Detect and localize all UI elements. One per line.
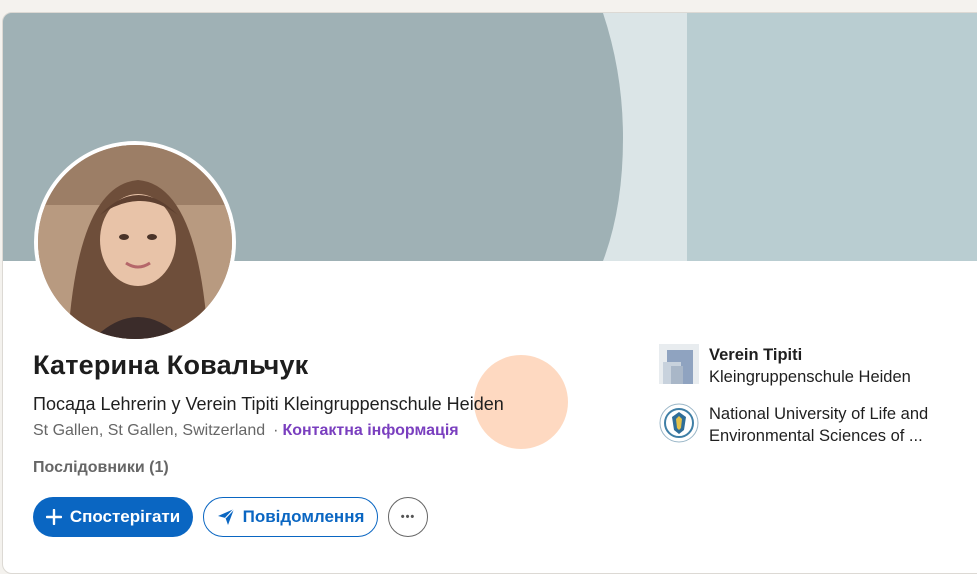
profile-avatar[interactable] bbox=[34, 141, 236, 343]
location-row: St Gallen, St Gallen, Switzerland · Контак… bbox=[33, 422, 459, 440]
ellipsis-icon: ••• bbox=[400, 511, 416, 523]
message-button[interactable]: Повідомлення bbox=[203, 497, 378, 537]
company-name-line2: Kleingruppenschule Heiden bbox=[709, 368, 911, 386]
contact-info-link[interactable]: Контактна інформація bbox=[282, 422, 458, 439]
school-name-line2: Environmental Sciences of ... bbox=[709, 427, 923, 445]
company-logo-icon bbox=[659, 344, 699, 384]
more-actions-button[interactable]: ••• bbox=[388, 497, 428, 537]
message-button-label: Повідомлення bbox=[242, 507, 365, 526]
send-icon bbox=[217, 508, 235, 526]
follow-button-label: Спостерігати bbox=[69, 507, 181, 526]
separator-dot: · bbox=[273, 422, 279, 439]
company-name-line1: Verein Tipiti bbox=[709, 346, 803, 364]
profile-card: Катерина Ковальчук Посада Lehrerin у Ver… bbox=[2, 12, 977, 574]
profile-headline: Посада Lehrerin у Verein Tipiti Kleingru… bbox=[33, 394, 504, 414]
plus-icon bbox=[45, 509, 62, 525]
university-crest-icon bbox=[659, 403, 699, 443]
profile-name: Катерина Ковальчук bbox=[33, 350, 309, 380]
education-school[interactable]: National University of Life and Environm… bbox=[659, 403, 928, 447]
follow-button[interactable]: Спостерігати bbox=[33, 497, 193, 537]
profile-location: St Gallen, St Gallen, Switzerland bbox=[33, 422, 266, 439]
followers-count[interactable]: Послідовники (1) bbox=[33, 459, 169, 477]
school-name-line1: National University of Life and bbox=[709, 405, 929, 423]
current-company[interactable]: Verein Tipiti Kleingruppenschule Heiden bbox=[659, 344, 911, 388]
